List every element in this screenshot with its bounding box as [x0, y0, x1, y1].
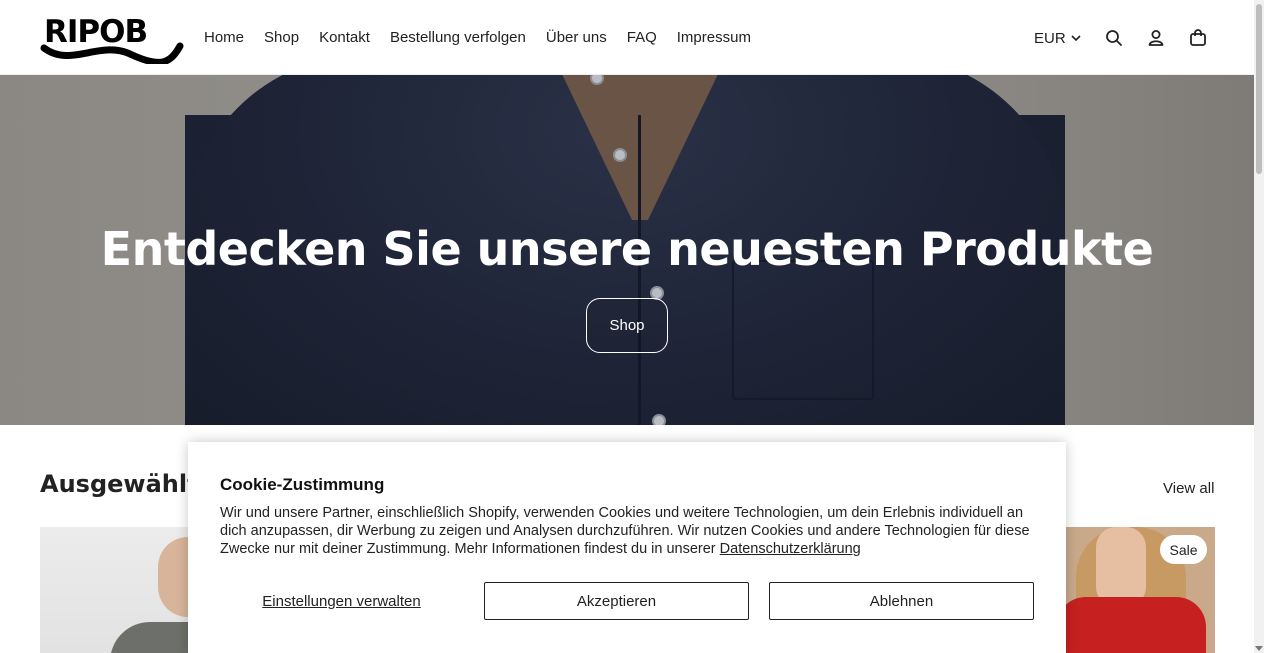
- shirt-button: [613, 148, 627, 162]
- search-icon[interactable]: [1104, 28, 1124, 48]
- nav-item-ueber-uns[interactable]: Über uns: [546, 28, 607, 48]
- cookie-title: Cookie-Zustimmung: [220, 475, 385, 494]
- product-photo-face: [1096, 527, 1146, 607]
- privacy-policy-link[interactable]: Datenschutzerklärung: [720, 541, 861, 557]
- cookie-consent-dialog: Cookie-Zustimmung Wir und unsere Partner…: [188, 442, 1066, 653]
- cookie-text: Wir und unsere Partner, einschließlich S…: [220, 505, 1030, 557]
- scrollbar-thumb[interactable]: [1256, 4, 1262, 174]
- page-scrollbar[interactable]: [1254, 0, 1264, 653]
- cart-icon[interactable]: [1188, 28, 1208, 48]
- decline-button[interactable]: Ablehnen: [769, 582, 1034, 620]
- nav-item-faq[interactable]: FAQ: [627, 28, 657, 48]
- currency-selector[interactable]: EUR: [1034, 30, 1082, 47]
- hero-shop-button[interactable]: Shop: [586, 298, 668, 353]
- currency-label: EUR: [1034, 29, 1066, 47]
- chevron-down-icon: [1071, 35, 1081, 42]
- nav-item-home[interactable]: Home: [204, 28, 244, 48]
- hero-title: Entdecken Sie unsere neuesten Produkte: [100, 222, 1154, 276]
- manage-settings-button[interactable]: Einstellungen verwalten: [220, 582, 463, 620]
- site-header: RIPOB Home Shop Kontakt Bestellung verfo…: [0, 0, 1254, 75]
- brand-logo[interactable]: RIPOB: [40, 10, 184, 66]
- scroll-down-arrow-icon[interactable]: [1255, 646, 1263, 651]
- cookie-description: Wir und unsere Partner, einschließlich S…: [220, 504, 1038, 558]
- nav-item-shop[interactable]: Shop: [264, 28, 299, 48]
- product-card-image[interactable]: [40, 527, 200, 653]
- main-nav: Home Shop Kontakt Bestellung verfolgen Ü…: [204, 28, 771, 48]
- shirt-button: [652, 414, 666, 425]
- product-photo-jacket: [110, 622, 200, 653]
- sale-badge: Sale: [1160, 535, 1207, 564]
- view-all-link[interactable]: View all: [1163, 480, 1214, 497]
- logo-graphic: RIPOB: [40, 14, 184, 66]
- svg-text:RIPOB: RIPOB: [44, 14, 147, 50]
- nav-item-impressum[interactable]: Impressum: [677, 28, 751, 48]
- hero-banner: Entdecken Sie unsere neuesten Produkte S…: [0, 75, 1254, 425]
- nav-item-bestellung-verfolgen[interactable]: Bestellung verfolgen: [390, 28, 526, 48]
- product-photo-blazer: [1066, 597, 1206, 653]
- header-tools: EUR: [1034, 28, 1208, 48]
- hero-image-pocket: [732, 260, 874, 400]
- account-icon[interactable]: [1146, 28, 1166, 48]
- accept-button[interactable]: Akzeptieren: [484, 582, 749, 620]
- nav-item-kontakt[interactable]: Kontakt: [319, 28, 370, 48]
